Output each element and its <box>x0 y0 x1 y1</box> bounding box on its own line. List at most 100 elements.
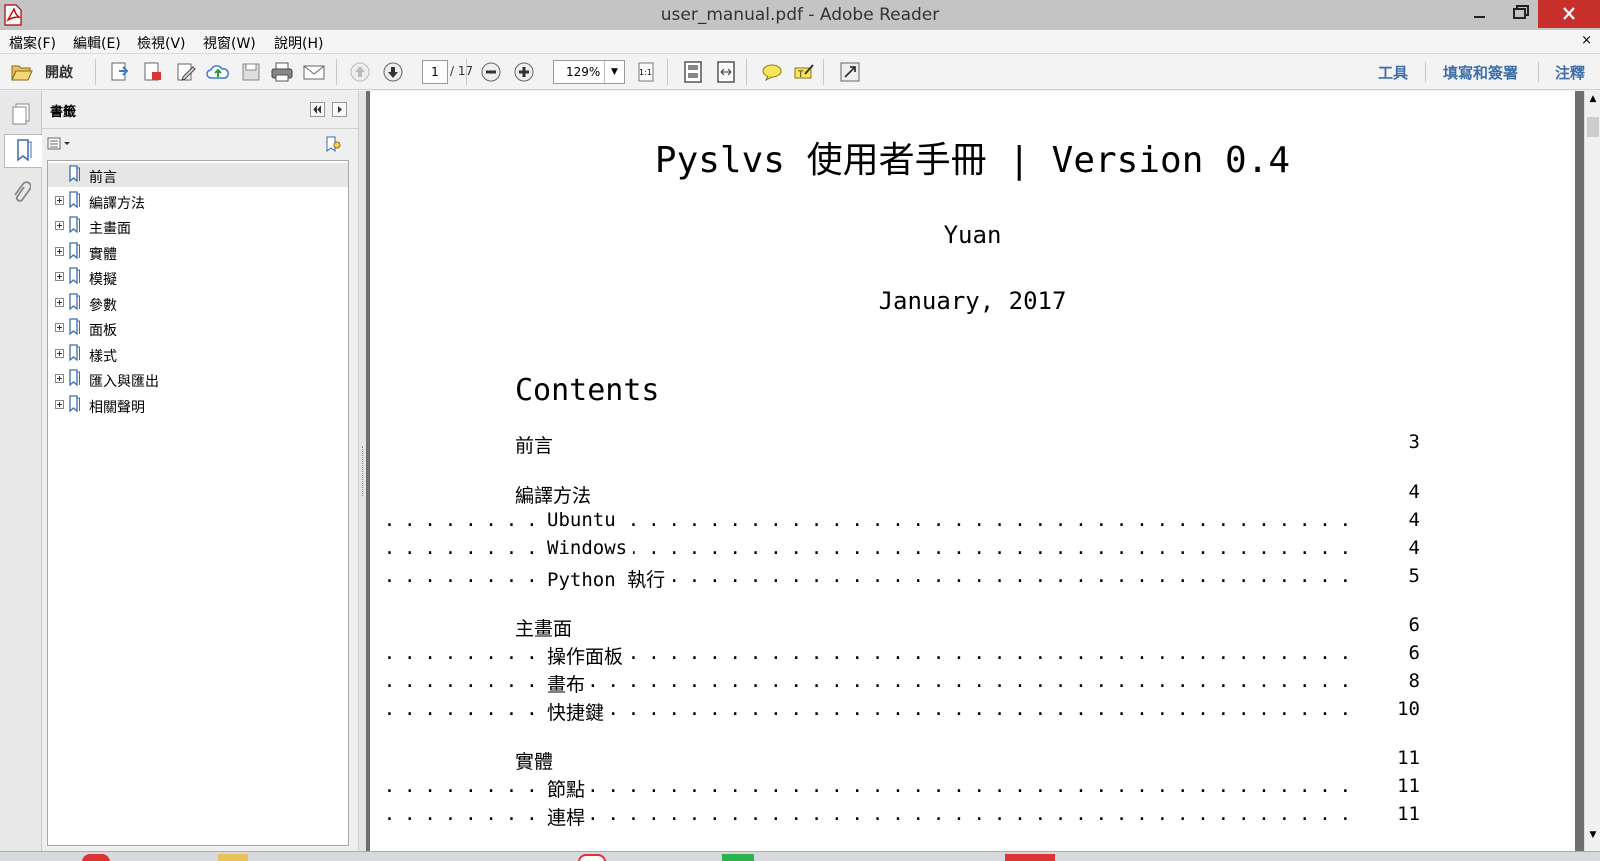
bookmarks-panel-button[interactable] <box>4 134 42 168</box>
document-viewport[interactable]: Pyslvs 使用者手冊 | Version 0.4 Yuan January,… <box>366 91 1584 851</box>
next-page-button[interactable] <box>380 59 406 85</box>
zoom-select[interactable]: 129% ▼ <box>553 60 625 84</box>
expand-icon[interactable] <box>55 195 64 205</box>
toc-entry[interactable]: 主畫面 6 <box>515 614 1420 641</box>
print-button[interactable] <box>269 59 295 85</box>
comment-link[interactable]: 注釋 <box>1555 62 1585 83</box>
zoom-out-button[interactable] <box>478 59 504 85</box>
chevron-down-icon[interactable]: ▼ <box>604 61 624 83</box>
bookmark-options-button[interactable] <box>47 136 73 152</box>
toc-entry[interactable]: ........................................… <box>384 698 1420 725</box>
scroll-thumb[interactable] <box>1587 117 1599 137</box>
email-button[interactable] <box>301 59 327 85</box>
edit-pdf-button[interactable] <box>173 59 199 85</box>
collapse-panel-button[interactable] <box>310 102 325 117</box>
export-pdf-button[interactable] <box>140 59 166 85</box>
toc-entry[interactable]: ........................................… <box>384 642 1420 669</box>
expand-icon[interactable] <box>55 272 64 281</box>
bookmark-item[interactable]: 參數 <box>48 291 348 315</box>
vertical-scrollbar[interactable]: ▲ ▼ <box>1584 91 1600 851</box>
bookmark-item[interactable]: 相關聲明 <box>48 393 348 417</box>
close-document-button[interactable]: × <box>1581 33 1592 48</box>
bookmark-icon <box>69 190 80 208</box>
bookmark-item[interactable]: 樣式 <box>48 342 348 366</box>
toolbar: 開啟 1 / 17 129% ▼ 1:1 T 工具 填寫和簽署 注釋 <box>0 54 1600 90</box>
minimize-button[interactable] <box>1465 0 1495 28</box>
page-thumbnails-button[interactable] <box>6 97 36 131</box>
page-number-input[interactable]: 1 <box>422 60 448 84</box>
expand-icon[interactable] <box>55 323 64 332</box>
highlight-button[interactable]: T <box>791 59 817 85</box>
zoom-value: 129% <box>566 65 601 79</box>
bookmark-item[interactable]: 前言 <box>48 163 348 187</box>
bookmark-label: 編譯方法 <box>89 195 145 212</box>
create-pdf-button[interactable] <box>107 59 133 85</box>
find-bookmark-button[interactable] <box>324 135 344 153</box>
fit-width-button[interactable] <box>713 59 739 85</box>
toc-leader-dots: ........................................… <box>383 565 1360 587</box>
bookmark-item[interactable]: 模擬 <box>48 265 348 289</box>
previous-page-button[interactable] <box>347 59 373 85</box>
full-screen-button[interactable] <box>837 59 863 85</box>
splitter-grip[interactable] <box>362 446 364 496</box>
edit-icon <box>177 63 196 81</box>
taskbar-app[interactable] <box>1005 854 1055 861</box>
bookmark-item[interactable]: 面板 <box>48 316 348 340</box>
menu-edit[interactable]: 編輯(E) <box>73 33 121 53</box>
taskbar-app[interactable] <box>82 854 110 861</box>
toc-entry[interactable]: ........................................… <box>384 509 1420 535</box>
toc-entry[interactable]: ........................................… <box>384 775 1420 802</box>
expand-icon[interactable] <box>55 297 64 307</box>
save-button[interactable] <box>238 59 264 85</box>
toc-entry-page: 3 <box>1408 431 1420 453</box>
sticky-note-button[interactable] <box>759 59 785 85</box>
toc-entry[interactable]: 前言 3 <box>515 431 1420 458</box>
toolbar-separator <box>823 59 824 85</box>
open-label[interactable]: 開啟 <box>45 62 73 82</box>
bookmark-icon <box>69 394 80 412</box>
toc-entry[interactable]: ........................................… <box>384 803 1420 830</box>
bookmark-item[interactable]: 主畫面 <box>48 214 348 238</box>
expand-icon[interactable] <box>55 348 64 358</box>
menu-window[interactable]: 視窗(W) <box>203 33 256 53</box>
taskbar-app[interactable] <box>578 854 606 861</box>
toc-entry[interactable]: ........................................… <box>384 537 1420 563</box>
toc-entry[interactable]: ........................................… <box>384 670 1420 697</box>
toolbar-separator <box>667 59 668 85</box>
open-button[interactable] <box>9 59 35 85</box>
highlight-text-icon: T <box>794 64 814 80</box>
fill-sign-link[interactable]: 填寫和簽署 <box>1443 62 1518 83</box>
expand-icon[interactable] <box>55 246 64 256</box>
menu-help[interactable]: 說明(H) <box>274 33 323 53</box>
toc-entry-label: 實體 <box>515 747 560 774</box>
zoom-in-button[interactable] <box>511 59 537 85</box>
expand-icon[interactable] <box>55 374 64 383</box>
attachments-button[interactable] <box>6 177 36 211</box>
toc-entry[interactable]: ........................................… <box>384 565 1420 592</box>
scroll-up-button[interactable]: ▲ <box>1585 91 1600 107</box>
taskbar-app[interactable] <box>722 854 754 861</box>
fit-page-button[interactable] <box>680 59 706 85</box>
toc-entry[interactable]: 實體 11 <box>515 747 1420 774</box>
expand-icon[interactable] <box>55 399 64 409</box>
expand-icon[interactable] <box>55 221 64 230</box>
bookmark-label: 參數 <box>89 297 117 314</box>
bookmarks-panel-title: 書籤 <box>50 105 77 120</box>
hide-panel-button[interactable] <box>332 102 347 117</box>
bookmark-label: 實體 <box>89 246 117 263</box>
bookmark-item[interactable]: 編譯方法 <box>48 189 348 213</box>
menu-file[interactable]: 檔案(F) <box>9 33 56 53</box>
restore-button[interactable] <box>1506 0 1536 28</box>
taskbar-app[interactable] <box>218 854 248 861</box>
scroll-down-button[interactable]: ▼ <box>1585 827 1600 843</box>
panel-splitter[interactable] <box>358 91 366 851</box>
tools-link[interactable]: 工具 <box>1378 62 1408 83</box>
bookmarks-panel: 書籤 前言編譯方法主畫面實體模擬參數面板 樣式 匯入與匯出 相關聲明 <box>42 91 358 851</box>
close-window-button[interactable] <box>1538 0 1600 28</box>
upload-button[interactable] <box>205 59 231 85</box>
bookmark-item[interactable]: 匯入與匯出 <box>48 367 348 391</box>
bookmark-item[interactable]: 實體 <box>48 240 348 264</box>
double-chevron-left-icon <box>313 105 322 114</box>
toc-entry[interactable]: 編譯方法 4 <box>515 481 1420 508</box>
menu-view[interactable]: 檢視(V) <box>137 33 186 53</box>
